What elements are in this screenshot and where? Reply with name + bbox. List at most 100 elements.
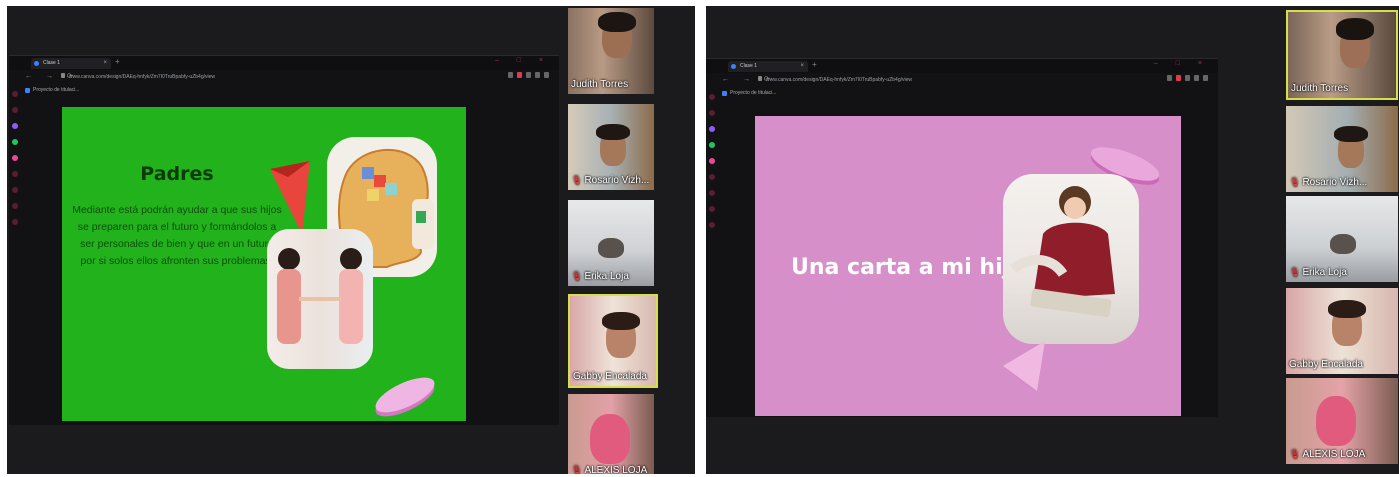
browser-sidebar [9,85,21,425]
red-cone-shape [270,161,310,234]
browser-tab[interactable]: Clase 1 × [728,61,808,72]
extension-icon[interactable] [526,72,531,78]
lock-icon [758,76,762,81]
participant-name-row: 🎙 ALEXIS LOJA [1289,449,1365,460]
instagram-icon[interactable] [709,158,715,164]
download-icon[interactable] [535,72,540,78]
participant-tile[interactable]: Judith Torres [568,8,654,94]
sidebar-icon[interactable] [709,206,715,212]
participant-name: ALEXIS LOJA [1302,449,1366,460]
instagram-icon[interactable] [12,155,18,161]
record-icon[interactable] [1176,75,1181,81]
bookmark-icon [722,91,727,96]
participant-video-strip: Judith Torres 🎙 Rosario Vizh... 🎙 Erika Lo… [1286,10,1398,474]
sidebar-icon[interactable] [709,222,715,228]
messenger-icon[interactable] [12,123,18,129]
tab-title: Clase 1 [43,60,60,66]
url-field[interactable]: www.canva.com/design/DAEq-hnfyk/Zm7I0Tru… [69,74,215,80]
menu-icon[interactable] [544,72,549,78]
bookmark-item[interactable]: Proyecto de titulaci... [730,90,776,96]
browser-tab[interactable]: Clase 1 × [31,58,111,69]
pink-cone-shape [1003,341,1045,391]
presentation-slide: Padres Mediante está podrán ayudar a que… [62,107,466,421]
address-bar: ← → ⟳ www.canva.com/design/DAEq-hnfyk/Zm… [706,73,1218,88]
slide-body-text: Mediante está podrán ayudar a que sus hi… [72,204,282,267]
bookmarks-bar: Proyecto de titulaci... [9,85,559,95]
participant-tile-active-speaker[interactable]: Gabby Encalada [568,294,658,388]
participant-tile[interactable]: 🎙 Rosario Vizh... [568,104,654,190]
extension-icons [508,72,549,78]
sidebar-icon[interactable] [12,203,18,209]
participant-tile[interactable]: 🎙 Erika Loja [1286,196,1398,282]
participant-tile[interactable]: 🎙 ALEXIS LOJA [1286,378,1398,464]
mic-muted-icon: 🎙 [1289,267,1301,277]
new-tab-button[interactable]: + [812,60,817,69]
new-tab-button[interactable]: + [115,57,120,66]
sidebar-icon[interactable] [12,107,18,113]
child-reading-photo [1003,174,1139,344]
extension-icon[interactable] [1167,75,1172,81]
slide-title: Padres [140,163,214,185]
participant-tile[interactable]: 🎙 Erika Loja [568,200,654,286]
participant-name: Rosario Vizh... [584,175,650,186]
window-controls[interactable]: – □ × [1154,60,1210,67]
window-controls[interactable]: – □ × [495,57,551,64]
extension-icon[interactable] [1185,75,1190,81]
tab-favicon-icon [34,61,39,66]
download-icon[interactable] [1194,75,1199,81]
participant-name: ALEXIS LOJA [584,465,648,474]
tab-bar: Clase 1 × + – □ × [9,56,559,70]
menu-icon[interactable] [1203,75,1208,81]
mic-muted-icon: 🎙 [1289,177,1301,187]
whatsapp-icon[interactable] [709,142,715,148]
url-field[interactable]: www.canva.com/design/DAEq-hnfyk/Zm7I0Tru… [766,77,912,83]
participant-name: Gabby Encalada [1289,359,1363,370]
messenger-icon[interactable] [709,126,715,132]
sidebar-icon[interactable] [12,171,18,177]
extension-icon[interactable] [508,72,513,78]
participant-name: Erika Loja [584,271,629,282]
participant-tile[interactable]: 🎙 ALEXIS LOJA [568,394,654,474]
address-bar: ← → ⟳ www.canva.com/design/DAEq-hnfyk/Zm… [9,70,559,85]
participant-video-strip: Judith Torres 🎙 Rosario Vizh... 🎙 Erika Lo… [568,8,658,474]
participant-tile[interactable]: Gabby Encalada [1286,288,1398,374]
close-tab-icon[interactable]: × [103,58,107,69]
extension-icons [1167,75,1208,81]
puzzle-piece-hand-image [412,199,434,249]
participant-tile-active-speaker[interactable]: Judith Torres [1286,10,1398,100]
shared-browser-window: Clase 1 × + – □ × ← → ⟳ www.canva.com/de… [9,55,559,425]
mic-muted-icon: 🎙 [1289,449,1301,459]
participant-name-row: 🎙 Erika Loja [571,271,629,282]
mic-muted-icon: 🎙 [571,175,583,185]
participant-tile[interactable]: 🎙 Rosario Vizh... [1286,106,1398,192]
participant-name: Rosario Vizh... [1302,177,1368,188]
slide-title: Una carta a mi hijo [791,255,1026,280]
whatsapp-icon[interactable] [12,139,18,145]
bookmarks-bar: Proyecto de titulaci... [706,88,1218,98]
bookmark-item[interactable]: Proyecto de titulaci... [33,87,79,93]
sidebar-icon[interactable] [12,187,18,193]
tab-title: Clase 1 [740,63,757,69]
bookmark-icon [25,88,30,93]
participant-name-row: 🎙 Rosario Vizh... [1289,177,1367,188]
meeting-screenshot-right: Clase 1 × + – □ × ← → ⟳ www.canva.com/de… [706,6,1399,474]
presentation-slide: Una carta a mi hijo [755,116,1181,416]
sidebar-icon[interactable] [709,174,715,180]
sidebar-icon[interactable] [12,91,18,97]
participant-name-row: 🎙 Erika Loja [1289,267,1347,278]
sidebar-icon[interactable] [709,190,715,196]
sidebar-icon[interactable] [12,219,18,225]
sidebar-icon[interactable] [709,94,715,100]
sidebar-icon[interactable] [709,110,715,116]
two-girls-photo [267,229,373,369]
participant-name: Erika Loja [1302,267,1347,278]
participant-name: Judith Torres [571,79,629,90]
close-tab-icon[interactable]: × [800,61,804,72]
tab-favicon-icon [731,64,736,69]
participant-name-row: 🎙 ALEXIS LOJA [571,465,647,474]
participant-name: Gabby Encalada [573,371,647,382]
record-icon[interactable] [517,72,522,78]
tab-bar: Clase 1 × + – □ × [706,59,1218,73]
meeting-screenshot-left: Clase 1 × + – □ × ← → ⟳ www.canva.com/de… [7,6,695,474]
participant-name: Judith Torres [1291,83,1349,94]
